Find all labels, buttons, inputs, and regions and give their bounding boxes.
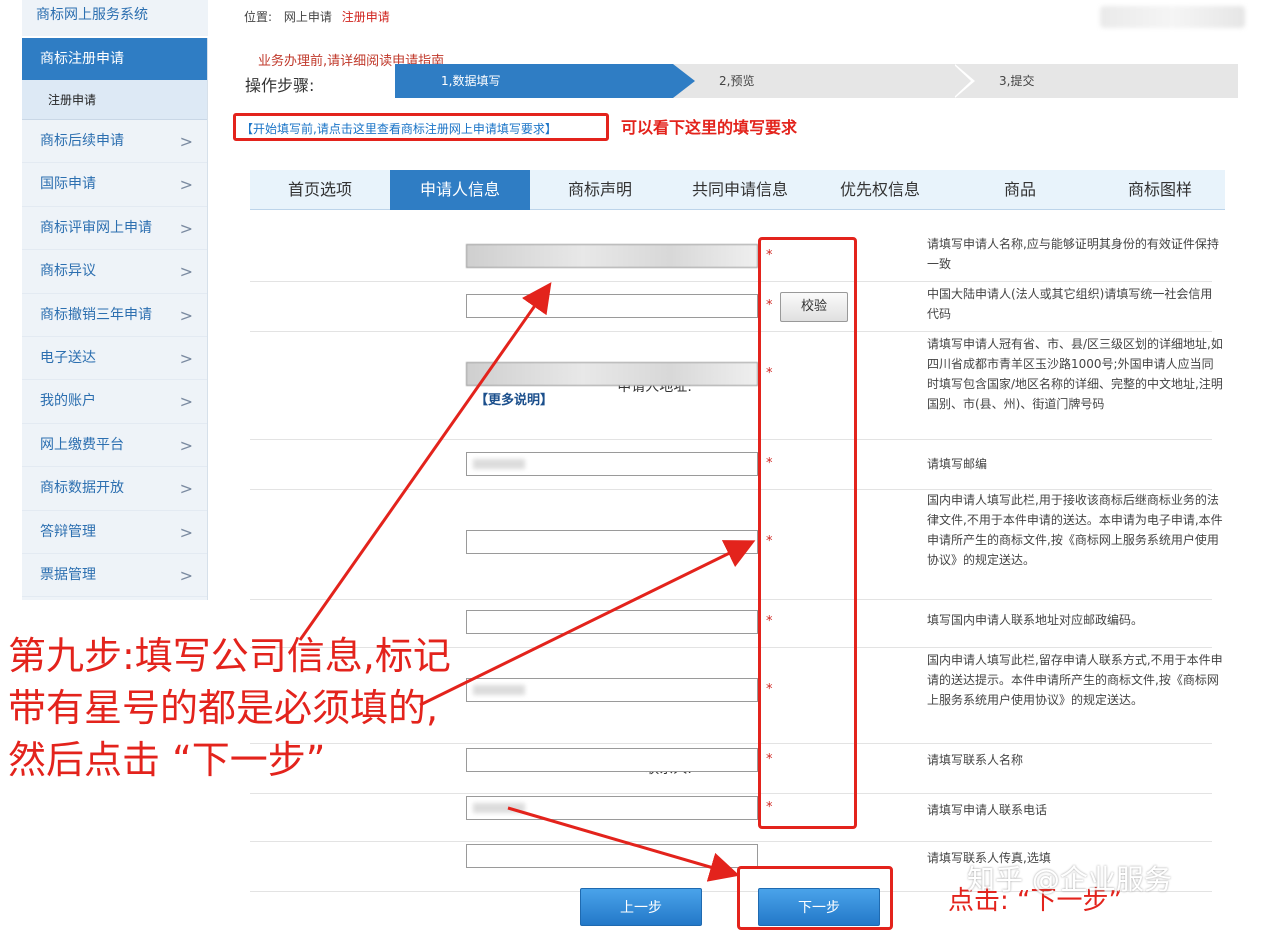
field-help-text: 国内申请人填写此栏,用于接收该商标后继商标业务的法律文件,不用于本件申请的送达。… [927, 493, 1223, 567]
sidebar-item[interactable]: 商标评审网上申请 > [22, 207, 207, 251]
sidebar-item[interactable]: 电子送达 > [22, 337, 207, 381]
chevron-right-icon: > [179, 392, 193, 412]
sidebar-subitem-registration-application[interactable]: 注册申请 [22, 80, 207, 120]
field-help-text: 请填写申请人联系电话 [927, 803, 1048, 817]
chevron-right-icon: > [179, 262, 193, 282]
tab[interactable]: 商标图样 [1090, 170, 1230, 210]
sidebar-item-label: 商标后续申请 [40, 133, 124, 149]
sidebar-item-label: 电子送达 [40, 349, 96, 366]
annotation-step-nine: 第九步:填写公司信息,标记带有星号的都是必须填的,然后点击 “下一步” [8, 634, 451, 782]
field-input[interactable] [466, 244, 758, 268]
sidebar-item[interactable]: 我的账户 > [22, 380, 207, 424]
sidebar-item-label: 商标评审网上申请 [40, 219, 152, 236]
field-input[interactable] [466, 796, 758, 820]
step-submit: 3,提交 [999, 74, 1035, 88]
field-input[interactable] [466, 678, 758, 702]
field-input[interactable] [466, 748, 758, 772]
sidebar-item-label: 网上缴费平台 [40, 436, 124, 453]
field-input[interactable] [466, 452, 758, 476]
chevron-right-icon: > [179, 565, 193, 585]
sidebar: 商标注册申请 注册申请 商标后续申请 > 国际申请 > 商标评审网上申请 > 商标异议 > 商标… [22, 38, 208, 600]
sidebar-item[interactable]: 商标后续申请 > [22, 120, 207, 164]
sidebar-item[interactable]: 国际申请 > [22, 163, 207, 207]
field-input[interactable] [466, 362, 758, 386]
tab[interactable]: 优先权信息 [810, 170, 950, 210]
sidebar-item[interactable]: 商标异议 > [22, 250, 207, 294]
field-input[interactable] [466, 530, 758, 554]
step-preview: 2,预览 [719, 74, 755, 88]
sidebar-item-label: 国际申请 [40, 176, 96, 193]
chevron-right-icon: > [179, 348, 193, 368]
breadcrumb-prefix: 位置: [244, 10, 273, 24]
chevron-right-icon: > [179, 522, 193, 542]
sidebar-item[interactable]: 网上缴费平台 > [22, 424, 207, 468]
annotation-box-required-stars [758, 237, 857, 829]
tab[interactable]: 商标声明 [530, 170, 670, 210]
step-progress-bar: 1,数据填写 2,预览 3,提交 [395, 64, 1238, 98]
applicant-info-form: 申请人名称:*请填写申请人名称,应与能够证明其身份的有效证件保持一致统一社会信用… [250, 212, 1223, 930]
field-input[interactable] [466, 294, 758, 318]
sidebar-item[interactable]: 答辩管理 > [22, 511, 207, 554]
tab-bar: 首页选项 申请人信息 商标声明 共同申请信息 优先权信息 商品 商标图样 [250, 170, 1225, 210]
more-info-link[interactable]: 【更多说明】 [475, 389, 553, 408]
tab[interactable]: 商品 [950, 170, 1090, 210]
field-help-text: 请填写联系人名称 [927, 753, 1024, 767]
steps-label: 操作步骤: [245, 76, 315, 95]
tab[interactable]: 申请人信息 [390, 170, 530, 210]
chevron-right-icon: > [179, 435, 193, 455]
step-divider-inner [953, 64, 971, 98]
blurred-user-area [1100, 6, 1245, 28]
field-input[interactable] [466, 844, 758, 868]
step-data-entry: 1,数据填写 [395, 64, 695, 98]
annotation-requirements-note: 可以看下这里的填写要求 [621, 118, 798, 137]
breadcrumb: 位置: 网上申请 注册申请 [244, 8, 390, 25]
sidebar-item-trademark-registration[interactable]: 商标注册申请 [22, 38, 207, 80]
sidebar-item-label: 我的账户 [40, 393, 96, 410]
sidebar-item[interactable]: 商标数据开放 > [22, 467, 207, 511]
tab[interactable]: 首页选项 [250, 170, 390, 210]
sidebar-item-label: 答辩管理 [40, 523, 96, 540]
sidebar-item-label: 商标数据开放 [40, 480, 124, 497]
app-title: 商标网上服务系统 [22, 0, 208, 36]
watermark: 知乎 @企业服务 [967, 863, 1172, 896]
field-help-text: 请填写邮编 [927, 457, 988, 471]
requirements-link[interactable]: 【开始填写前,请点击这里查看商标注册网上申请填写要求】 [241, 120, 557, 137]
field-help-text: 中国大陆申请人(法人或其它组织)请填写统一社会信用代码 [927, 287, 1213, 321]
chevron-right-icon: > [179, 132, 193, 151]
field-input[interactable] [466, 610, 758, 634]
sidebar-item[interactable]: 商标撤销三年申请 > [22, 294, 207, 337]
breadcrumb-current: 注册申请 [341, 10, 390, 24]
sidebar-item-label: 商标异议 [40, 263, 96, 280]
field-help-text: 请填写申请人冠有省、市、县/区三级区划的详细地址,如四川省成都市青羊区玉沙路10… [927, 337, 1223, 411]
field-help-text: 国内申请人填写此栏,留存申请人联系方式,不用于本件申请的送达提示。本件申请所产生… [927, 653, 1223, 707]
sidebar-item[interactable]: 票据管理 > [22, 554, 207, 598]
chevron-right-icon: > [179, 479, 193, 499]
sidebar-item-label: 票据管理 [40, 566, 96, 583]
field-help-text: 请填写申请人名称,应与能够证明其身份的有效证件保持一致 [927, 237, 1219, 271]
field-help-text: 填写国内申请人联系地址对应邮政编码。 [927, 613, 1144, 627]
chevron-right-icon: > [179, 175, 193, 195]
breadcrumb-parent[interactable]: 网上申请 [284, 10, 332, 24]
chevron-right-icon: > [179, 305, 193, 325]
tab[interactable]: 共同申请信息 [670, 170, 810, 210]
sidebar-item-label: 商标撤销三年申请 [40, 306, 152, 323]
prev-step-button[interactable]: 上一步 [580, 888, 702, 926]
annotation-box-next-button [737, 866, 893, 930]
chevron-right-icon: > [179, 218, 193, 238]
